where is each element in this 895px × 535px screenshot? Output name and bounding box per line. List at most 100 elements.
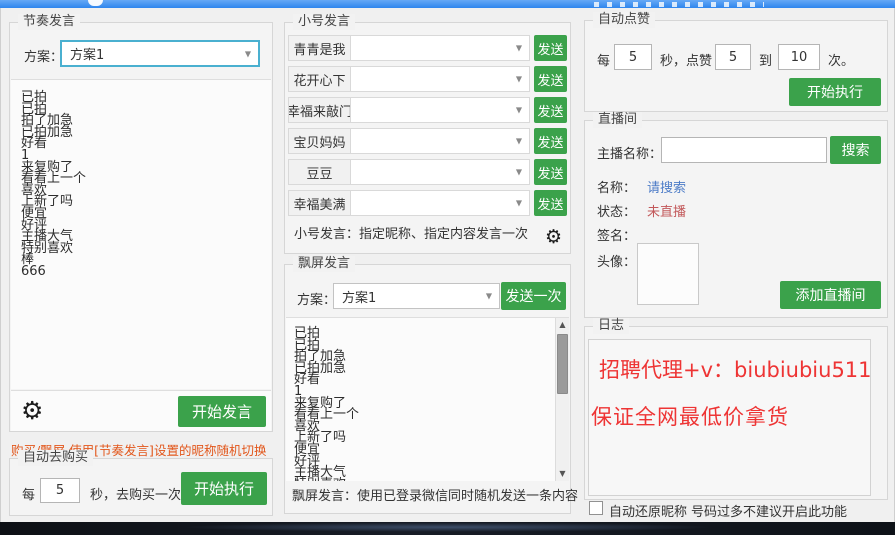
content-combobox[interactable]: ▼ (351, 36, 529, 60)
window-client-area: 节奏发言 方案： 方案1 ▼ 已拍 已拍 拍了加急 已拍加急 好看 1 来复购了… (0, 8, 895, 522)
send-button[interactable]: 发送 (534, 35, 567, 61)
plan-label: 方案： (297, 289, 336, 308)
desktop-background (0, 522, 895, 535)
room-name-label: 名称： (597, 177, 636, 196)
content-combobox[interactable]: ▼ (351, 98, 529, 122)
search-button[interactable]: 搜索 (830, 136, 881, 164)
chevron-down-icon: ▼ (516, 106, 522, 115)
send-button[interactable]: 发送 (534, 190, 567, 216)
send-button[interactable]: 发送 (534, 66, 567, 92)
footer-note: 号码过多不建议开启此功能 (691, 501, 847, 520)
alt-account-row: 青青是我 ▼ 发送 (288, 35, 567, 61)
content-combobox[interactable]: ▼ (351, 191, 529, 215)
anchor-name-label: 主播名称： (597, 143, 662, 162)
log-panel: 日志 招聘代理+v：biubiubiu5116 保证全网最低价拿货 (584, 326, 888, 500)
room-status-label: 状态： (597, 201, 636, 220)
content-combobox[interactable]: ▼ (351, 129, 529, 153)
start-buy-button[interactable]: 开始执行 (181, 472, 267, 505)
auto-buy-panel: 自动去购买 每 秒，去购买一次 开始执行 (9, 458, 273, 516)
signature-label: 签名： (597, 225, 636, 244)
alt-account-row: 花开心下 ▼ 发送 (288, 66, 567, 92)
alt-account-panel: 小号发言 青青是我 ▼ 发送 花开心下 (284, 22, 571, 254)
alt-account-combo: 幸福美满 ▼ (288, 190, 530, 216)
alt-account-combo: 豆豆 ▼ (288, 159, 530, 185)
start-speech-button[interactable]: 开始发言 (178, 396, 266, 427)
float-speech-panel: 飘屏发言 方案： 方案1 ▼ 发送一次 已拍 已拍 拍了加急 已拍加急 好看 1… (284, 264, 571, 514)
gear-icon[interactable]: ⚙ (21, 398, 43, 423)
plan-value: 方案1 (70, 44, 104, 63)
rhythm-plan-combobox[interactable]: 方案1 ▼ (60, 40, 260, 67)
alt-account-combo: 幸福来敲门 ▼ (288, 97, 530, 123)
log-line: 招聘代理+v：biubiubiu5116 (599, 354, 870, 384)
send-button[interactable]: 发送 (534, 128, 567, 154)
add-room-button[interactable]: 添加直播间 (780, 281, 881, 309)
alt-account-row: 宝贝妈妈 ▼ 发送 (288, 128, 567, 154)
send-button[interactable]: 发送 (534, 97, 567, 123)
app-logo-icon (88, 0, 103, 6)
avatar-label: 头像： (597, 251, 636, 270)
restore-nickname-label: 自动还原昵称 (609, 501, 687, 520)
scroll-down-icon[interactable]: ▼ (556, 467, 569, 481)
scrollbar-thumb[interactable] (557, 334, 568, 394)
send-once-button[interactable]: 发送一次 (501, 282, 566, 310)
alt-account-row: 豆豆 ▼ 发送 (288, 159, 567, 185)
room-name-value: 请搜索 (647, 177, 686, 196)
panel-title: 直播间 (593, 112, 642, 128)
float-plan-combobox[interactable]: 方案1 ▼ (333, 283, 500, 309)
chevron-down-icon: ▼ (516, 75, 522, 84)
room-status-value: 未直播 (647, 201, 686, 220)
start-like-button[interactable]: 开始执行 (789, 78, 881, 106)
like-mid-label: 秒，点赞 (660, 50, 712, 69)
rhythm-speech-panel: 节奏发言 方案： 方案1 ▼ 已拍 已拍 拍了加急 已拍加急 好看 1 来复购了… (9, 22, 273, 432)
chevron-down-icon: ▼ (516, 168, 522, 177)
nickname-label: 青青是我 (289, 36, 351, 60)
log-output[interactable]: 招聘代理+v：biubiubiu5116 保证全网最低价拿货 (588, 339, 871, 496)
panel-title: 自动点赞 (593, 12, 655, 28)
alt-account-caption: 小号发言：指定昵称、指定内容发言一次 (294, 223, 528, 242)
nickname-label: 幸福来敲门 (289, 98, 351, 122)
titlebar-text-remnant (594, 2, 764, 7)
auto-like-panel: 自动点赞 每 秒，点赞 到 次。 开始执行 (584, 20, 888, 112)
plan-label: 方案： (24, 46, 63, 65)
live-room-panel: 直播间 主播名称： 搜索 名称： 请搜索 状态： 未直播 签名： 头像： 添加直… (584, 120, 888, 318)
log-line: 保证全网最低价拿货 (591, 401, 870, 431)
alt-account-combo: 青青是我 ▼ (288, 35, 530, 61)
float-caption: 飘屏发言：使用已登录微信同时随机发送一条内容 (292, 485, 578, 504)
panel-title: 小号发言 (293, 14, 355, 30)
anchor-name-input[interactable] (661, 137, 827, 163)
panel-title: 日志 (593, 318, 629, 334)
avatar (637, 243, 699, 305)
like-interval-input[interactable] (614, 44, 652, 70)
plan-value: 方案1 (342, 287, 376, 306)
nickname-label: 宝贝妈妈 (289, 129, 351, 153)
nickname-label: 幸福美满 (289, 191, 351, 215)
chevron-down-icon: ▼ (245, 49, 251, 58)
interval-prefix-label: 每 (22, 484, 35, 503)
content-combobox[interactable]: ▼ (351, 67, 529, 91)
nickname-label: 豆豆 (289, 160, 351, 184)
like-suffix-label: 次。 (828, 50, 854, 69)
like-max-input[interactable] (778, 44, 820, 70)
chevron-down-icon: ▼ (516, 44, 522, 53)
rhythm-action-bar: ⚙ 开始发言 (11, 390, 271, 431)
alt-account-combo: 宝贝妈妈 ▼ (288, 128, 530, 154)
float-message-list[interactable]: 已拍 已拍 拍了加急 已拍加急 好看 1 来复购了 看看上一个 喜欢 上新了吗 … (286, 318, 554, 481)
restore-nickname-checkbox[interactable] (589, 501, 603, 515)
chevron-down-icon: ▼ (486, 292, 492, 301)
alt-account-row: 幸福美满 ▼ 发送 (288, 190, 567, 216)
gear-icon[interactable]: ⚙ (545, 228, 562, 247)
like-to-label: 到 (759, 50, 772, 69)
alt-account-rows: 青青是我 ▼ 发送 花开心下 ▼ 发送 (285, 35, 570, 221)
rhythm-message-list[interactable]: 已拍 已拍 拍了加急 已拍加急 好看 1 来复购了 看看上一个 喜欢 上新了吗 … (11, 80, 271, 389)
scrollbar[interactable]: ▲ ▼ (555, 318, 569, 481)
scroll-up-icon[interactable]: ▲ (556, 318, 569, 332)
panel-title: 自动去购买 (18, 450, 93, 466)
buy-interval-input[interactable] (40, 478, 80, 503)
like-prefix-label: 每 (597, 50, 610, 69)
interval-suffix-label: 秒，去购买一次 (90, 484, 181, 503)
panel-title: 节奏发言 (18, 14, 80, 30)
nickname-label: 花开心下 (289, 67, 351, 91)
send-button[interactable]: 发送 (534, 159, 567, 185)
like-min-input[interactable] (715, 44, 751, 70)
content-combobox[interactable]: ▼ (351, 160, 529, 184)
